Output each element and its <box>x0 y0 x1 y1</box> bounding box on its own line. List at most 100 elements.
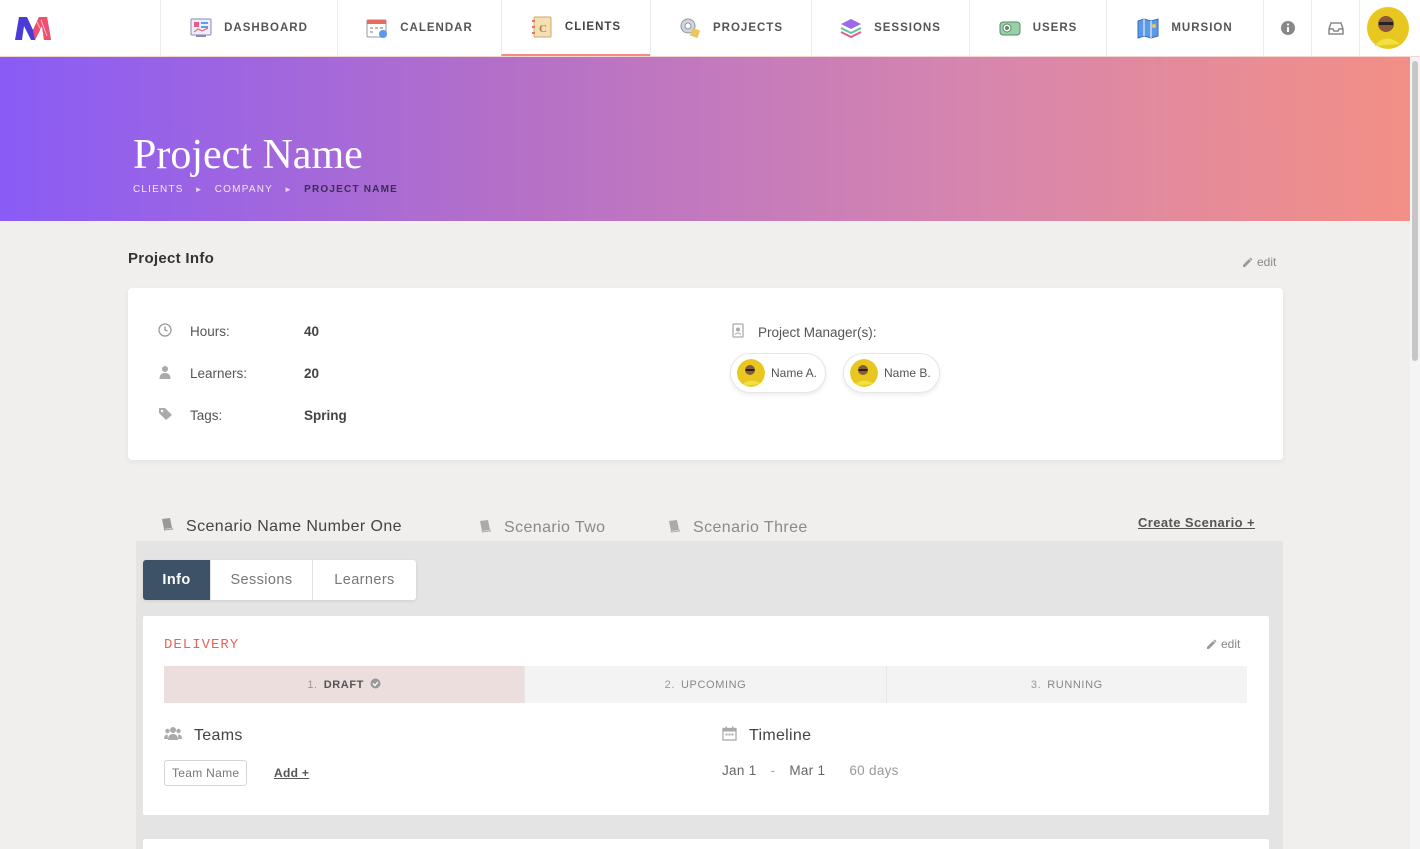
project-info-card: Hours: 40 Learners: 20 Tags: Spring Proj… <box>128 288 1283 460</box>
scenario-tab-1[interactable]: Scenario Name Number One <box>136 512 454 544</box>
project-info-heading: Project Info <box>128 250 215 267</box>
tags-value: Spring <box>304 407 347 423</box>
users-group-icon <box>164 726 182 745</box>
project-managers-label: Project Manager(s): <box>758 324 877 340</box>
team-name-tag[interactable]: Team Name <box>164 760 248 786</box>
manager-chip[interactable]: Name A. <box>730 353 827 393</box>
nav-mursion[interactable]: MURSION <box>1106 0 1263 56</box>
avatar <box>850 359 878 387</box>
subtab-info[interactable]: Info <box>143 560 210 600</box>
nav-users[interactable]: USERS <box>969 0 1106 56</box>
subtab-learners[interactable]: Learners <box>312 560 416 600</box>
users-icon <box>999 17 1021 39</box>
nav-dashboard[interactable]: DASHBOARD <box>160 0 337 56</box>
nav-sessions[interactable]: SESSIONS <box>811 0 969 56</box>
manager-name: Name A. <box>771 366 818 380</box>
svg-text:C: C <box>539 23 548 35</box>
edit-label: edit <box>1257 255 1277 269</box>
sessions-icon <box>840 17 862 39</box>
project-info-edit-button[interactable]: edit <box>1242 255 1276 269</box>
book-icon <box>667 519 681 538</box>
hours-row: Hours: 40 <box>158 323 319 339</box>
scenario-tab-label: Scenario Three <box>693 519 808 536</box>
breadcrumb: CLIENTS ► COMPANY ► PROJECT NAME <box>133 184 398 195</box>
nav-inbox-button[interactable] <box>1311 0 1359 56</box>
tags-row: Tags: Spring <box>158 407 347 423</box>
project-managers-row: Project Manager(s): <box>732 323 877 341</box>
stage-upcoming[interactable]: 2. UPCOMING <box>524 666 886 703</box>
hero-banner: Project Name CLIENTS ► COMPANY ► PROJECT… <box>0 57 1410 221</box>
clock-icon <box>158 323 174 339</box>
page-title: Project Name <box>133 132 363 178</box>
tags-label: Tags: <box>190 407 223 423</box>
check-circle-icon <box>370 678 381 692</box>
timeline-separator: - <box>770 763 776 778</box>
manager-name: Name B. <box>884 366 931 380</box>
delivery-card: DELIVERY edit 1. DRAFT 2. UPCOMING 3. RU… <box>143 616 1269 815</box>
avatar <box>1366 7 1409 49</box>
hours-value: 40 <box>304 323 320 339</box>
page-scrollbar[interactable] <box>1410 57 1420 849</box>
info-icon <box>1280 21 1295 35</box>
breadcrumb-clients[interactable]: CLIENTS <box>133 184 184 195</box>
delivery-heading: DELIVERY <box>164 637 240 653</box>
scrollbar-thumb[interactable] <box>1412 61 1418 361</box>
stage-number: 2. <box>664 678 676 691</box>
calendar-icon <box>722 726 737 746</box>
nav-label: SESSIONS <box>874 22 941 34</box>
nav-calendar[interactable]: CALENDAR <box>337 0 501 56</box>
scenario-tab-label: Scenario Name Number One <box>186 517 402 535</box>
scenario-panel: Info Sessions Learners DELIVERY edit 1. … <box>136 541 1283 849</box>
calendar-icon <box>366 17 388 39</box>
breadcrumb-company[interactable]: COMPANY <box>215 184 273 195</box>
timeline-duration: 60 days <box>849 763 899 778</box>
stage-name: UPCOMING <box>681 678 747 691</box>
learners-value: 20 <box>304 365 320 381</box>
timeline-start[interactable]: Jan 1 <box>722 763 757 778</box>
stage-running[interactable]: 3. RUNNING <box>885 666 1247 703</box>
nav-clients[interactable]: C CLIENTS <box>501 0 650 56</box>
scenario-tab-3[interactable]: Scenario Three <box>667 512 808 544</box>
hours-label: Hours: <box>190 323 230 339</box>
scenario-tab-2[interactable]: Scenario Two <box>478 512 605 544</box>
stage-draft[interactable]: 1. DRAFT <box>164 666 525 703</box>
breadcrumb-current: PROJECT NAME <box>304 184 398 195</box>
next-section-card <box>143 839 1269 849</box>
projects-icon <box>679 17 701 39</box>
timeline-label: Timeline <box>749 727 812 744</box>
nav-label: USERS <box>1032 22 1078 34</box>
pencil-icon <box>1207 638 1217 649</box>
stage-name: DRAFT <box>323 678 364 691</box>
create-scenario-link[interactable]: Create Scenario + <box>1138 515 1255 530</box>
clients-icon: C <box>531 16 553 38</box>
tag-icon <box>158 407 174 423</box>
teams-label: Teams <box>194 726 243 744</box>
book-icon <box>160 517 174 536</box>
stage-number: 1. <box>307 678 318 691</box>
nav-info-button[interactable] <box>1263 0 1311 56</box>
nav-label: CALENDAR <box>400 22 473 34</box>
mursion-logo[interactable] <box>0 0 160 56</box>
stage-number: 3. <box>1030 678 1042 691</box>
pencil-icon <box>1243 256 1253 267</box>
subtab-sessions[interactable]: Sessions <box>210 560 312 600</box>
mursion-icon <box>1137 17 1159 39</box>
timeline-end[interactable]: Mar 1 <box>789 763 825 778</box>
chevron-right-icon: ► <box>194 185 204 194</box>
top-navigation: DASHBOARD CALENDAR C CLIENTS PROJECTS SE… <box>0 0 1420 57</box>
teams-heading: Teams <box>164 726 243 745</box>
nav-projects[interactable]: PROJECTS <box>650 0 811 56</box>
delivery-stages: 1. DRAFT 2. UPCOMING 3. RUNNING <box>164 666 1247 703</box>
add-team-link[interactable]: Add + <box>274 766 309 780</box>
learners-row: Learners: 20 <box>158 365 319 381</box>
scenario-tab-label: Scenario Two <box>504 519 606 536</box>
avatar <box>737 359 765 387</box>
nav-label: MURSION <box>1171 22 1233 34</box>
timeline-range: Jan 1 - Mar 1 60 days <box>722 763 899 778</box>
delivery-edit-button[interactable]: edit <box>1206 637 1240 651</box>
manager-chip[interactable]: Name B. <box>843 353 940 393</box>
subtab-group: Info Sessions Learners <box>143 560 416 600</box>
user-avatar-button[interactable] <box>1359 0 1415 56</box>
id-badge-icon <box>732 323 744 341</box>
nav-label: CLIENTS <box>564 21 622 33</box>
